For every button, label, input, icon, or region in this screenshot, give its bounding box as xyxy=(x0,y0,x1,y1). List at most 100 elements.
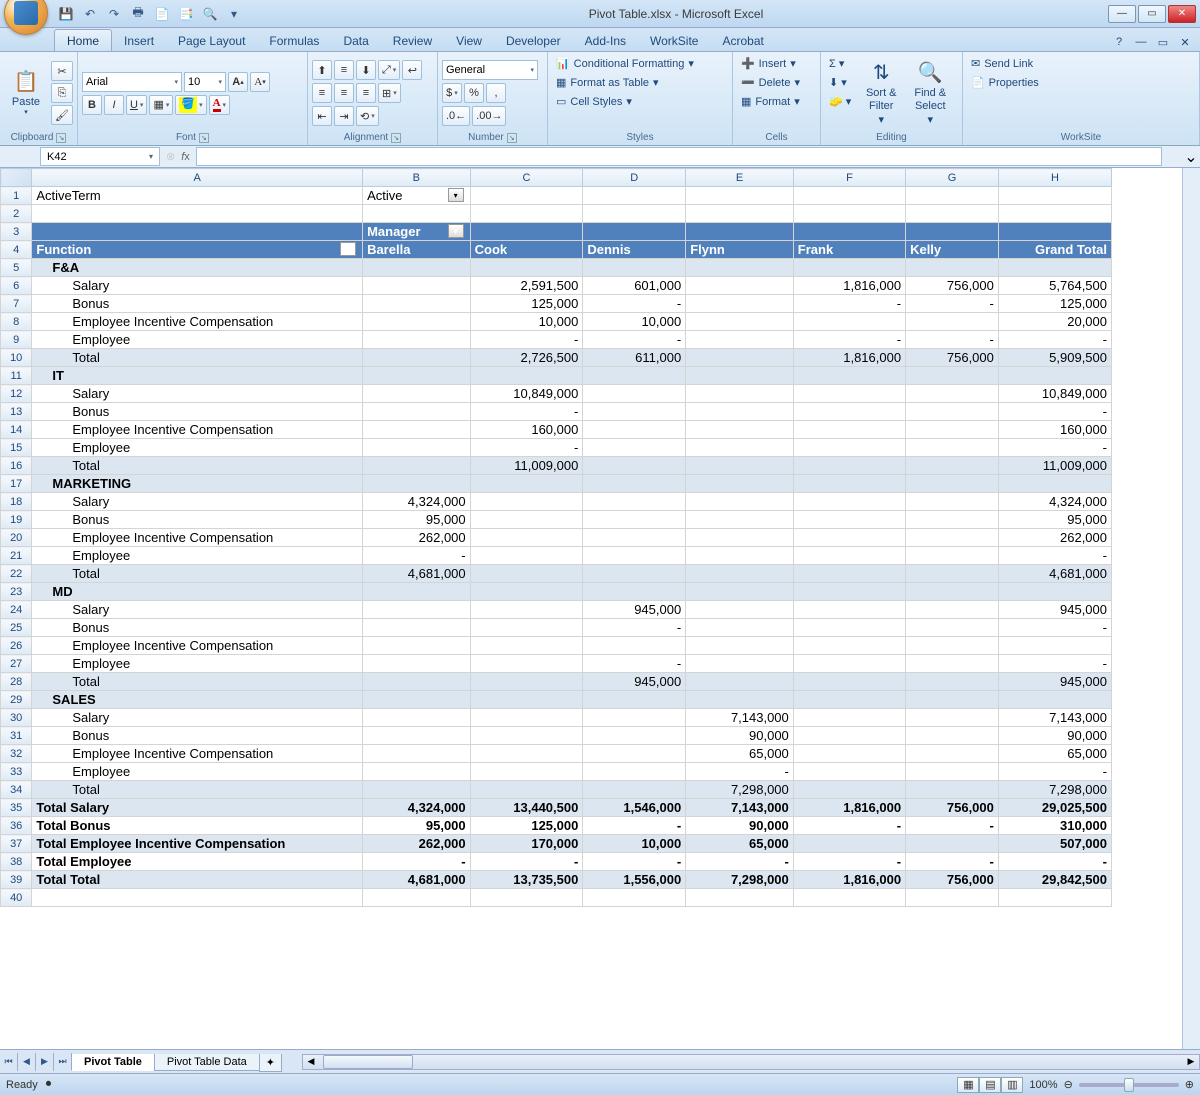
sheet-tab-pivot-table-data[interactable]: Pivot Table Data xyxy=(154,1054,260,1071)
cell[interactable]: - xyxy=(998,331,1111,349)
cell[interactable]: - xyxy=(686,853,794,871)
cell[interactable]: - xyxy=(583,655,686,673)
cell[interactable] xyxy=(998,187,1111,205)
cell[interactable] xyxy=(470,367,583,385)
cell[interactable] xyxy=(686,565,794,583)
cell[interactable] xyxy=(583,763,686,781)
cell[interactable]: - xyxy=(793,817,905,835)
cell[interactable] xyxy=(793,205,905,223)
cell[interactable] xyxy=(793,709,905,727)
cell[interactable] xyxy=(906,601,999,619)
cell[interactable] xyxy=(583,187,686,205)
cell[interactable] xyxy=(686,475,794,493)
cell[interactable]: Bonus xyxy=(32,295,363,313)
row-header[interactable]: 6 xyxy=(1,277,32,295)
cell[interactable]: - xyxy=(583,619,686,637)
cell[interactable] xyxy=(363,745,471,763)
cell[interactable] xyxy=(470,691,583,709)
cell[interactable] xyxy=(363,331,471,349)
qat-btn-7[interactable]: 🔍 xyxy=(200,4,220,24)
filter-icon[interactable]: ▾ xyxy=(340,242,356,256)
cell[interactable] xyxy=(32,205,363,223)
row-header[interactable]: 35 xyxy=(1,799,32,817)
cell[interactable]: 7,143,000 xyxy=(686,799,794,817)
cell[interactable]: - xyxy=(470,439,583,457)
comma-button[interactable]: , xyxy=(486,83,506,103)
cell[interactable] xyxy=(793,763,905,781)
expand-formula-bar-icon[interactable]: ⌄ xyxy=(1182,146,1200,167)
cell[interactable]: Total xyxy=(32,457,363,475)
cell[interactable]: Grand Total xyxy=(998,241,1111,259)
cell[interactable] xyxy=(793,367,905,385)
cell[interactable] xyxy=(363,295,471,313)
cell[interactable] xyxy=(363,349,471,367)
cell[interactable] xyxy=(906,259,999,277)
cell[interactable]: Employee xyxy=(32,439,363,457)
delete-cells-button[interactable]: ➖ Delete ▾ xyxy=(737,74,816,91)
bold-button[interactable]: B xyxy=(82,95,102,115)
cell[interactable] xyxy=(470,763,583,781)
row-header[interactable]: 27 xyxy=(1,655,32,673)
cell[interactable]: 125,000 xyxy=(470,295,583,313)
cell[interactable] xyxy=(583,367,686,385)
cell[interactable]: 95,000 xyxy=(363,511,471,529)
cell[interactable] xyxy=(793,547,905,565)
cell[interactable] xyxy=(686,187,794,205)
cell[interactable]: 13,735,500 xyxy=(470,871,583,889)
cell[interactable] xyxy=(906,385,999,403)
cell[interactable] xyxy=(998,889,1111,907)
cell[interactable]: Total xyxy=(32,781,363,799)
col-header-G[interactable]: G xyxy=(906,169,999,187)
cell[interactable] xyxy=(793,421,905,439)
select-all[interactable] xyxy=(1,169,32,187)
cell[interactable]: 7,143,000 xyxy=(686,709,794,727)
cell[interactable]: Employee Incentive Compensation xyxy=(32,313,363,331)
number-dialog-icon[interactable]: ↘ xyxy=(507,133,517,143)
macro-record-icon[interactable]: ⏺ xyxy=(46,1078,52,1091)
cell[interactable]: - xyxy=(998,763,1111,781)
name-box[interactable]: K42▾ xyxy=(40,147,160,166)
cell[interactable] xyxy=(470,205,583,223)
cell[interactable] xyxy=(470,529,583,547)
cell[interactable] xyxy=(583,565,686,583)
cell[interactable]: 611,000 xyxy=(583,349,686,367)
cell[interactable] xyxy=(686,619,794,637)
cell[interactable] xyxy=(686,583,794,601)
filter-icon[interactable]: ▾ xyxy=(448,224,464,238)
cell[interactable]: Salary xyxy=(32,709,363,727)
cell[interactable]: Bonus xyxy=(32,619,363,637)
cell[interactable]: Total Bonus xyxy=(32,817,363,835)
cell[interactable]: Salary xyxy=(32,601,363,619)
redo-icon[interactable]: ↷ xyxy=(104,4,124,24)
find-select-button[interactable]: 🔍 Find & Select▾ xyxy=(907,55,953,131)
qat-btn-4[interactable]: 🖶 xyxy=(128,4,148,24)
cell[interactable]: 4,681,000 xyxy=(363,871,471,889)
close-workbook-icon[interactable]: ✕ xyxy=(1176,33,1194,51)
cell[interactable]: 2,591,500 xyxy=(470,277,583,295)
paste-button[interactable]: 📋 Paste ▾ xyxy=(4,55,48,131)
cell[interactable] xyxy=(363,205,471,223)
cell[interactable] xyxy=(906,583,999,601)
col-header-H[interactable]: H xyxy=(998,169,1111,187)
cell[interactable] xyxy=(470,511,583,529)
cell[interactable] xyxy=(583,385,686,403)
cell[interactable] xyxy=(686,691,794,709)
cell[interactable]: 310,000 xyxy=(998,817,1111,835)
cell[interactable] xyxy=(363,583,471,601)
tab-formulas[interactable]: Formulas xyxy=(257,30,331,51)
cell[interactable] xyxy=(906,637,999,655)
cell[interactable] xyxy=(906,493,999,511)
row-header[interactable]: 10 xyxy=(1,349,32,367)
tab-developer[interactable]: Developer xyxy=(494,30,573,51)
cell[interactable]: Employee Incentive Compensation xyxy=(32,745,363,763)
cell[interactable] xyxy=(793,385,905,403)
cell[interactable]: Dennis xyxy=(583,241,686,259)
cell[interactable] xyxy=(363,889,471,907)
cell[interactable] xyxy=(906,619,999,637)
cell[interactable] xyxy=(686,403,794,421)
cell[interactable]: 5,764,500 xyxy=(998,277,1111,295)
row-header[interactable]: 18 xyxy=(1,493,32,511)
cell[interactable] xyxy=(793,691,905,709)
cell[interactable] xyxy=(470,601,583,619)
cell[interactable]: 507,000 xyxy=(998,835,1111,853)
